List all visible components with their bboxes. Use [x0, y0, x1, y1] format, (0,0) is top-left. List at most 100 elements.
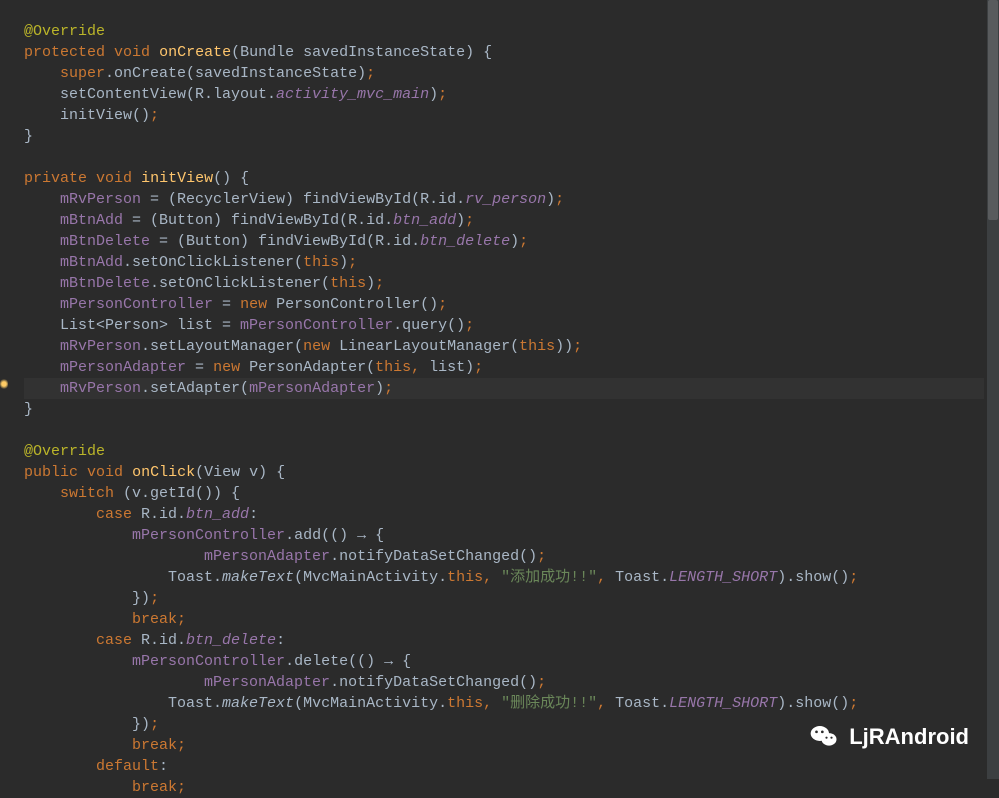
semi: ;	[177, 737, 186, 754]
paren: )	[429, 86, 438, 103]
kw-default: default	[96, 758, 159, 775]
semi: ;	[366, 65, 375, 82]
id-ref: btn_add	[393, 212, 456, 229]
kw-void: void	[87, 464, 123, 481]
call: .onCreate(savedInstanceState)	[105, 65, 366, 82]
lambda-params: ()	[357, 653, 384, 670]
toast-class: Toast.	[615, 569, 669, 586]
paren: )	[510, 233, 519, 250]
semi: ;	[537, 674, 546, 691]
kw-break: break	[132, 737, 177, 754]
paren: )	[375, 380, 384, 397]
comma: ,	[411, 359, 429, 376]
semi: ;	[555, 191, 564, 208]
current-line: mRvPerson.setAdapter(mPersonAdapter);	[24, 378, 984, 399]
field-mRvPerson: mRvPerson	[60, 338, 141, 355]
semi: ;	[537, 548, 546, 565]
call: .setOnClickListener(	[123, 254, 303, 271]
paren: )	[546, 191, 555, 208]
params: () {	[213, 170, 249, 187]
brace: }	[132, 716, 141, 733]
annotation: @Override	[24, 443, 105, 460]
field-mPersonController: mPersonController	[60, 296, 213, 313]
field-mPersonController: mPersonController	[132, 653, 285, 670]
params: (Bundle savedInstanceState) {	[231, 44, 492, 61]
field-mBtnAdd: mBtnAdd	[60, 212, 123, 229]
semi: ;	[150, 716, 159, 733]
scrollbar-thumb[interactable]	[988, 0, 998, 220]
call: .query()	[393, 317, 465, 334]
call-show: ).show()	[777, 695, 849, 712]
call-setContentView: setContentView(R.layout.	[24, 86, 276, 103]
kw-case: case	[96, 506, 132, 523]
semi: ;	[573, 338, 582, 355]
call-toast: Toast.	[24, 695, 222, 712]
kw-this: this	[303, 254, 339, 271]
comma: ,	[597, 695, 615, 712]
const-length-short: LENGTH_SHORT	[669, 695, 777, 712]
semi: ;	[150, 107, 159, 124]
brace: }	[132, 590, 141, 607]
field-mPersonAdapter: mPersonAdapter	[204, 674, 330, 691]
field-mBtnDelete: mBtnDelete	[60, 233, 150, 250]
ctor: LinearLayoutManager(	[330, 338, 519, 355]
watermark-label: LjRAndroid	[849, 726, 969, 747]
call: .notifyDataSetChanged()	[330, 548, 537, 565]
call-show: ).show()	[777, 569, 849, 586]
brace: {	[366, 527, 384, 544]
kw-case: case	[96, 632, 132, 649]
kw-this: this	[519, 338, 555, 355]
decl: List<Person> list =	[24, 317, 240, 334]
kw-break: break	[132, 611, 177, 628]
field-mPersonController: mPersonController	[132, 527, 285, 544]
toast-class: Toast.	[615, 695, 669, 712]
semi: ;	[177, 779, 186, 796]
eq: =	[186, 359, 213, 376]
method-onCreate: onCreate	[159, 44, 231, 61]
method-makeText: makeText	[222, 569, 294, 586]
semi: ;	[465, 317, 474, 334]
kw-this: this	[330, 275, 366, 292]
id-ref: btn_delete	[186, 632, 276, 649]
kw-this: this	[447, 695, 483, 712]
ctor: PersonController()	[267, 296, 438, 313]
comma: ,	[597, 569, 615, 586]
paren: ))	[555, 338, 573, 355]
kw-this: this	[447, 569, 483, 586]
arrow: →	[384, 653, 393, 670]
call: = (Button) findViewById(R.id.	[123, 212, 393, 229]
paren: )	[456, 212, 465, 229]
field-mPersonController: mPersonController	[240, 317, 393, 334]
brace: {	[393, 653, 411, 670]
field-mPersonAdapter: mPersonAdapter	[60, 359, 186, 376]
case-val: R.id.	[132, 632, 186, 649]
method-onClick: onClick	[132, 464, 195, 481]
eq: =	[213, 296, 240, 313]
watermark: LjRAndroid	[809, 721, 969, 751]
vertical-scrollbar[interactable]	[987, 0, 999, 779]
cond: (v.getId()) {	[114, 485, 240, 502]
brace: }	[24, 401, 33, 418]
annotation: @Override	[24, 23, 105, 40]
kw-void: void	[96, 170, 132, 187]
semi: ;	[150, 590, 159, 607]
kw-void: void	[114, 44, 150, 61]
call-add: .add(	[285, 527, 330, 544]
args: (MvcMainActivity.	[294, 695, 447, 712]
semi: ;	[519, 233, 528, 250]
kw-switch: switch	[60, 485, 114, 502]
call: .setOnClickListener(	[150, 275, 330, 292]
comma: ,	[483, 695, 501, 712]
comma: ,	[483, 569, 501, 586]
colon: :	[276, 632, 285, 649]
id-ref: rv_person	[465, 191, 546, 208]
semi: ;	[384, 380, 393, 397]
arrow: →	[357, 527, 366, 544]
paren: )	[141, 716, 150, 733]
call: = (RecyclerView) findViewById(R.id.	[141, 191, 465, 208]
semi: ;	[849, 569, 858, 586]
code-editor[interactable]: @Override protected void onCreate(Bundle…	[0, 0, 999, 798]
kw-public: public	[24, 464, 78, 481]
kw-super: super	[60, 65, 105, 82]
field-mRvPerson: mRvPerson	[60, 191, 141, 208]
